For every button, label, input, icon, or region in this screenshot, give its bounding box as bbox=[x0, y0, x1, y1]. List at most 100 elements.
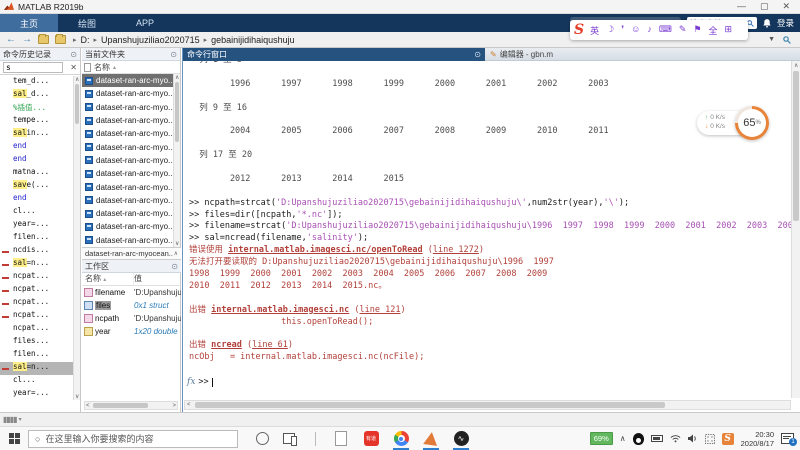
up-folder-icon[interactable] bbox=[38, 35, 49, 44]
battery-icon[interactable] bbox=[651, 435, 663, 442]
cortana-button[interactable] bbox=[256, 432, 269, 445]
history-item[interactable]: end bbox=[0, 154, 73, 167]
history-item[interactable]: ncpat... bbox=[0, 323, 73, 336]
tray-expand-icon[interactable]: ∧ bbox=[620, 434, 626, 443]
tab-APP[interactable]: APP bbox=[116, 14, 174, 32]
file-row[interactable]: dataset-ran-arc-myo... bbox=[82, 140, 173, 153]
memory-usage-ring[interactable]: 65% bbox=[735, 106, 769, 140]
panel-menu-icon[interactable]: ⊙ bbox=[170, 50, 177, 59]
taskbar-app-dark[interactable]: ∿ bbox=[450, 428, 472, 450]
panel-menu-icon[interactable]: ⊙ bbox=[474, 50, 481, 59]
voice-icon[interactable]: ♪ bbox=[647, 24, 652, 37]
chevron-down-icon[interactable]: ▼ bbox=[768, 36, 775, 43]
panel-menu-icon[interactable]: ⊙ bbox=[70, 50, 77, 59]
error-link[interactable]: line 61 bbox=[252, 340, 288, 350]
battery-percent-badge[interactable]: 69% bbox=[590, 432, 613, 445]
keyboard-icon[interactable]: ⌨ bbox=[659, 24, 672, 37]
browse-folder-icon[interactable] bbox=[55, 35, 66, 44]
file-row[interactable]: dataset-ran-arc-myo... bbox=[82, 114, 173, 127]
speaker-icon[interactable] bbox=[688, 434, 698, 443]
error-link[interactable]: internal.matlab.imagesci.nc bbox=[211, 305, 349, 315]
clear-search-icon[interactable]: ✕ bbox=[70, 63, 77, 72]
history-item[interactable]: ncpat... bbox=[0, 310, 73, 323]
workspace-row[interactable]: files0x1 struct bbox=[82, 299, 181, 312]
skin-icon[interactable]: ⚑ bbox=[693, 24, 701, 37]
breadcrumb-item[interactable]: gebainijidihaiqushuju bbox=[211, 35, 295, 45]
wifi-icon[interactable] bbox=[670, 434, 681, 443]
history-item[interactable]: year=... bbox=[0, 219, 73, 232]
folder-search-icon[interactable] bbox=[783, 36, 791, 44]
task-view-button[interactable] bbox=[283, 433, 295, 444]
history-item[interactable]: %插值... bbox=[0, 102, 73, 115]
file-list-header[interactable]: 名称▴ bbox=[82, 61, 180, 74]
file-row[interactable]: dataset-ran-arc-myo... bbox=[82, 167, 173, 180]
maximize-button[interactable]: ▢ bbox=[760, 0, 769, 13]
lang-indicator[interactable]: 英 bbox=[590, 24, 599, 37]
tab-绘图[interactable]: 绘图 bbox=[58, 14, 116, 32]
history-search-input[interactable] bbox=[3, 62, 63, 73]
fx-icon[interactable]: fx bbox=[187, 377, 195, 387]
breadcrumb-item[interactable]: D: bbox=[81, 35, 90, 45]
history-item[interactable]: year=... bbox=[0, 388, 73, 400]
command-window-hscrollbar[interactable]: < bbox=[184, 400, 791, 410]
taskbar-search-box[interactable]: ○⁠ 在这里输入你要搜索的内容 bbox=[28, 430, 238, 448]
breadcrumb-item[interactable]: Upanshujuziliao2020715 bbox=[101, 35, 200, 45]
close-button[interactable]: ✕ bbox=[782, 0, 790, 13]
sogou-tray-icon[interactable]: S bbox=[722, 433, 734, 445]
folder-horizontal-scrollbar[interactable]: <> bbox=[84, 401, 178, 410]
file-row[interactable]: dataset-ran-arc-myo... bbox=[82, 194, 173, 207]
history-item[interactable]: cl... bbox=[0, 375, 73, 388]
file-row[interactable]: dataset-ran-arc-myo... bbox=[82, 220, 173, 233]
history-item[interactable]: ncpat... bbox=[0, 284, 73, 297]
file-row[interactable]: dataset-ran-arc-myo... bbox=[82, 180, 173, 193]
history-item[interactable]: filen... bbox=[0, 349, 73, 362]
start-button[interactable] bbox=[0, 433, 28, 444]
forward-icon[interactable]: → bbox=[22, 34, 32, 45]
history-item[interactable]: end bbox=[0, 141, 73, 154]
command-prompt[interactable]: fx >> bbox=[189, 376, 791, 388]
history-item[interactable]: tempe... bbox=[0, 115, 73, 128]
handwriting-icon[interactable]: ✎ bbox=[679, 24, 687, 37]
taskbar-app-notepad[interactable] bbox=[330, 428, 352, 450]
history-item[interactable]: ncpat... bbox=[0, 297, 73, 310]
file-row[interactable]: dataset-ran-arc-myo... bbox=[82, 101, 173, 114]
apostrophe-icon[interactable]: ❜ bbox=[621, 24, 624, 37]
history-item[interactable]: filen... bbox=[0, 232, 73, 245]
back-icon[interactable]: ← bbox=[6, 34, 16, 45]
history-item[interactable]: sal=n... bbox=[0, 258, 73, 271]
file-row[interactable]: dataset-ran-arc-myo... bbox=[82, 234, 173, 247]
history-item[interactable]: cl... bbox=[0, 206, 73, 219]
status-dropdown-icon[interactable]: ▾ bbox=[19, 416, 22, 423]
file-row[interactable]: dataset-ran-arc-myo... bbox=[82, 87, 173, 100]
history-item[interactable]: files... bbox=[0, 336, 73, 349]
qq-icon[interactable] bbox=[633, 433, 644, 445]
workspace-column-headers[interactable]: 名称 ▴ 值 bbox=[82, 273, 181, 286]
history-item[interactable]: save(... bbox=[0, 180, 73, 193]
editor-tab[interactable]: ✎编辑器 - gbn.m bbox=[485, 48, 800, 61]
history-item[interactable]: sal_d... bbox=[0, 89, 73, 102]
history-item[interactable]: sal=n... bbox=[0, 362, 73, 375]
fullwidth-icon[interactable]: 全 bbox=[708, 24, 717, 37]
panel-menu-icon[interactable]: ⊙ bbox=[171, 262, 178, 271]
error-link[interactable]: internal.matlab.imagesci.nc/openToRead bbox=[228, 245, 422, 255]
toolbox-icon[interactable]: ⊞ bbox=[724, 24, 732, 37]
notification-center-icon[interactable]: 1 bbox=[781, 433, 794, 444]
sogou-logo-icon[interactable]: S bbox=[574, 22, 584, 38]
minimize-button[interactable]: — bbox=[737, 0, 746, 13]
tab-主页[interactable]: 主页 bbox=[0, 14, 58, 32]
file-detail-bar[interactable]: dataset-ran-arc-myocean..∧ bbox=[82, 247, 181, 260]
workspace-row[interactable]: ncpath'D:Upanshujuzili... bbox=[82, 312, 181, 325]
history-item[interactable]: ncpat... bbox=[0, 271, 73, 284]
history-item[interactable]: ncdis... bbox=[0, 245, 73, 258]
taskbar-app-matlab[interactable] bbox=[420, 428, 442, 450]
file-row[interactable]: dataset-ran-arc-myo... bbox=[82, 74, 173, 87]
file-row[interactable]: dataset-ran-arc-myo... bbox=[82, 207, 173, 220]
taskbar-app-chrome[interactable] bbox=[390, 428, 412, 450]
command-window-vscrollbar[interactable]: ∧ bbox=[791, 61, 800, 398]
file-list-scrollbar[interactable]: ∧∨ bbox=[173, 74, 180, 247]
history-item[interactable]: end bbox=[0, 193, 73, 206]
file-row[interactable]: dataset-ran-arc-myo... bbox=[82, 154, 173, 167]
net-speed-widget[interactable]: ↑0 K/s ↓0 K/s 65% bbox=[697, 106, 769, 140]
history-item[interactable]: salin... bbox=[0, 128, 73, 141]
history-item[interactable]: matna... bbox=[0, 167, 73, 180]
